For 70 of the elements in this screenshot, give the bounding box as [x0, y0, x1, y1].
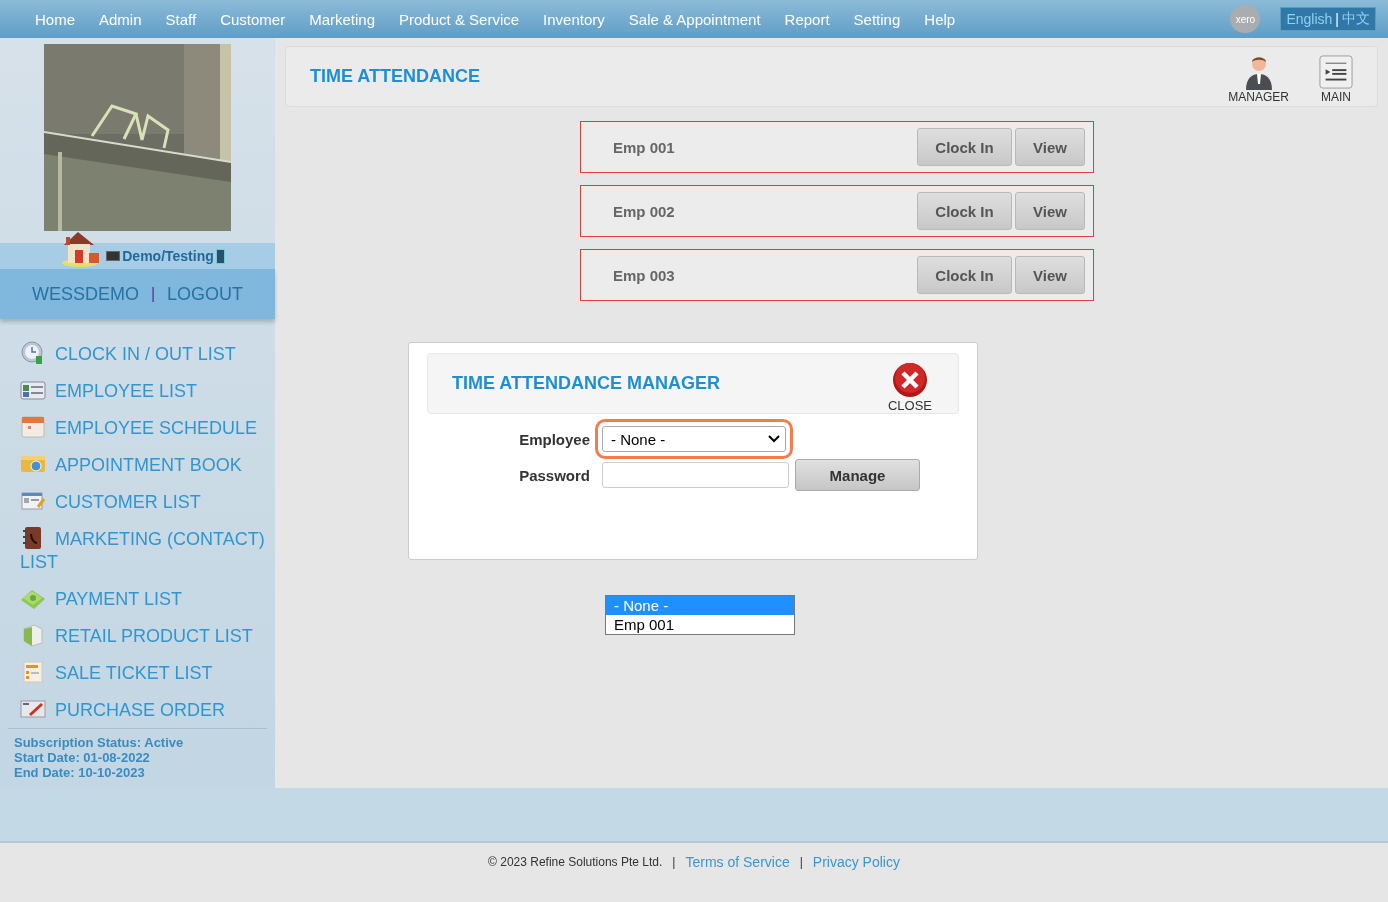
footer-link[interactable]: Terms of Service	[685, 854, 790, 870]
nav-link[interactable]: Report	[772, 10, 842, 28]
menu-item[interactable]: SALE TICKET LIST	[20, 660, 265, 685]
copyright: © 2023 Refine Solutions Pte Ltd.	[488, 855, 663, 869]
menu-item[interactable]: APPOINTMENT BOOK	[20, 452, 265, 477]
dropdown-option[interactable]: Emp 001	[606, 615, 794, 634]
ticket-icon	[20, 660, 46, 684]
language-link[interactable]: 中文	[1342, 10, 1370, 28]
subscription-info: Start Date: 01-08-2022	[14, 750, 151, 765]
close-icon	[891, 362, 928, 398]
calendar-icon	[20, 415, 46, 439]
menu-item[interactable]: EMPLOYEE SCHEDULE	[20, 415, 265, 440]
product-icon	[20, 623, 46, 647]
nav-link[interactable]: Product & Service	[387, 10, 532, 28]
mode-label: Demo/Testing	[122, 248, 214, 264]
list-icon	[1319, 53, 1353, 90]
subscription-info: End Date: 10-10-2023	[14, 765, 146, 780]
footer-link[interactable]: Privacy Policy	[812, 854, 900, 870]
employee-name: Emp 003	[613, 266, 675, 284]
separator: |	[1335, 11, 1339, 27]
nav-link[interactable]: Inventory	[531, 10, 617, 28]
clock-in-button[interactable]: Clock In	[917, 192, 1012, 230]
laptop-icon	[106, 251, 121, 261]
xero-badge[interactable]: xero	[1230, 5, 1261, 33]
field-label: Password	[518, 466, 590, 484]
view-button[interactable]: View	[1015, 128, 1085, 166]
clock-in-button[interactable]: Clock In	[917, 128, 1012, 166]
menu-item[interactable]: CLOCK IN / OUT LIST	[20, 341, 265, 366]
field-label: Employee	[518, 430, 590, 448]
subscription-info: Subscription Status: Active	[14, 735, 185, 750]
dialog-title: TIME ATTENDANCE MANAGER	[452, 373, 720, 394]
password-field[interactable]	[602, 462, 789, 488]
language-link[interactable]: English	[1286, 11, 1333, 27]
menu-item[interactable]: EMPLOYEE LIST	[20, 378, 265, 403]
nav-link[interactable]: Setting	[841, 10, 913, 28]
username-link[interactable]: WESSDEMO	[31, 283, 139, 305]
customer-icon	[20, 489, 46, 513]
manager-link[interactable]: MANAGER	[1228, 53, 1289, 104]
nav-link[interactable]: Admin	[87, 10, 154, 28]
house-icon	[60, 229, 101, 267]
order-icon	[20, 697, 46, 721]
menu-item[interactable]: CUSTOMER LIST	[20, 489, 265, 514]
nav-link[interactable]: Home	[23, 10, 87, 28]
page-title: TIME ATTENDANCE	[310, 66, 480, 87]
separator: |	[150, 285, 156, 303]
logout-link[interactable]: LOGOUT	[167, 283, 244, 305]
separator: |	[672, 855, 676, 869]
menu-item[interactable]: RETAIL PRODUCT LIST	[20, 623, 265, 648]
view-button[interactable]: View	[1015, 192, 1085, 230]
nav-link[interactable]: Sale & Appointment	[616, 10, 773, 28]
nav-link[interactable]: Marketing	[297, 10, 388, 28]
menu-item[interactable]: MARKETING (CONTACT) LIST	[20, 526, 265, 574]
nav-link[interactable]: Customer	[208, 10, 298, 28]
employee-name: Emp 001	[613, 138, 675, 156]
main-link[interactable]: MAIN	[1319, 53, 1353, 104]
clock-icon	[20, 341, 46, 365]
phone-icon	[215, 248, 225, 264]
nav-link[interactable]: Help	[912, 10, 968, 28]
menu-item[interactable]: PAYMENT LIST	[20, 586, 265, 611]
chevron-icon	[768, 435, 780, 443]
close-button[interactable]: CLOSE	[887, 362, 932, 413]
manage-button[interactable]: Manage	[795, 459, 920, 491]
idcard-icon	[20, 378, 46, 402]
view-button[interactable]: View	[1015, 256, 1085, 294]
employee-name: Emp 002	[613, 202, 675, 220]
separator: |	[799, 855, 803, 869]
nav-link[interactable]: Staff	[153, 10, 209, 28]
clock-in-button[interactable]: Clock In	[917, 256, 1012, 294]
dropdown-option[interactable]: - None -	[606, 596, 794, 615]
menu-item[interactable]: PURCHASE ORDER	[20, 697, 265, 722]
